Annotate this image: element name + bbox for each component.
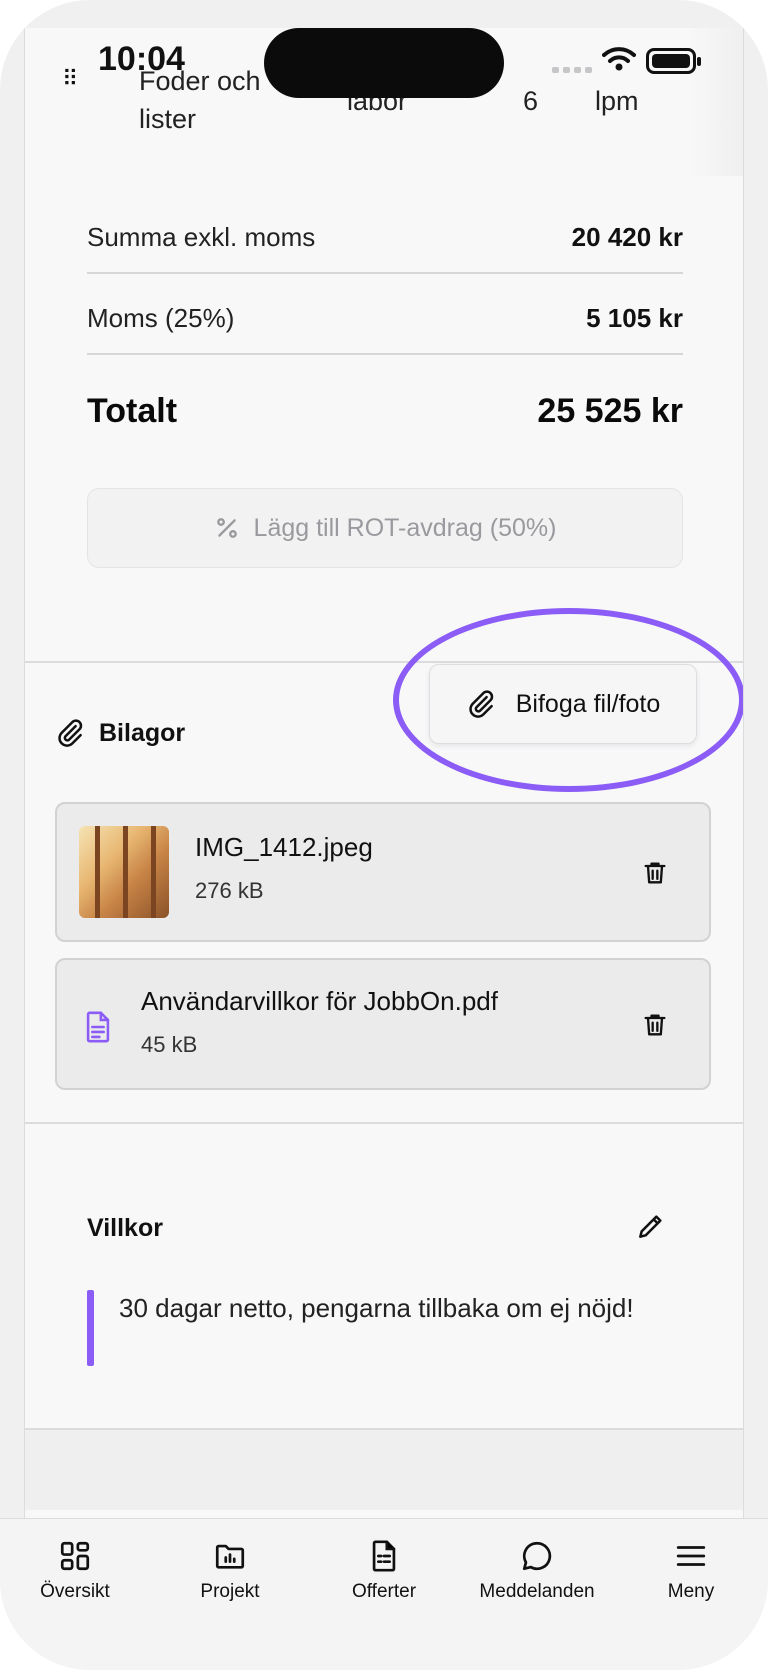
tab-projekt[interactable]: Projekt [155, 1539, 305, 1603]
vat-label: Moms (25%) [87, 303, 235, 333]
terms-text: 30 dagar netto, pengarna tillbaka om ej … [119, 1293, 634, 1323]
subtotal-row: Summa exkl. moms 20 420 kr [87, 222, 683, 253]
divider [87, 272, 683, 274]
attachment-item[interactable]: IMG_1412.jpeg 276 kB [55, 802, 711, 942]
divider [87, 353, 683, 355]
tab-meny[interactable]: Meny [616, 1539, 766, 1603]
highlight-circle [393, 608, 743, 792]
rot-button-label: Lägg till ROT-avdrag (50%) [253, 513, 557, 542]
document-icon [372, 1540, 396, 1572]
chat-bubble-icon [522, 1541, 552, 1571]
vat-row: Moms (25%) 5 105 kr [87, 303, 683, 334]
tab-meddelanden[interactable]: Meddelanden [462, 1539, 612, 1603]
status-bar: ⠿ 10:04 [24, 28, 744, 98]
page-footer-area [25, 1430, 743, 1510]
total-label: Totalt [87, 392, 178, 430]
terms-title: Villkor [87, 1214, 163, 1242]
scroll-content[interactable]: Foder och lister labor 6 lpm Summa exkl.… [24, 28, 744, 1518]
file-size: 45 kB [141, 1032, 198, 1057]
grid-icon [60, 1541, 90, 1571]
attachments-header: Bilagor [55, 718, 185, 748]
paperclip-icon [58, 719, 83, 747]
total-row: Totalt 25 525 kr [87, 392, 683, 431]
attachments-title: Bilagor [99, 718, 186, 747]
trash-icon[interactable] [641, 858, 669, 888]
status-time: 10:04 [98, 40, 185, 78]
folder-chart-icon [215, 1544, 245, 1569]
image-thumbnail [79, 826, 169, 918]
terms-accent-bar [87, 1290, 94, 1366]
trash-icon[interactable] [641, 1010, 669, 1040]
add-rot-deduction-button[interactable]: Lägg till ROT-avdrag (50%) [87, 488, 683, 568]
pencil-edit-icon[interactable] [635, 1210, 667, 1242]
file-name: IMG_1412.jpeg [195, 832, 373, 862]
drag-handle-icon: ⠿ [62, 66, 79, 91]
tab-label: Översikt [40, 1581, 110, 1602]
total-value: 25 525 kr [537, 392, 683, 430]
percent-icon [216, 518, 237, 538]
file-size: 276 kB [195, 878, 264, 903]
file-name: Användarvillkor för JobbOn.pdf [141, 986, 498, 1016]
section-divider [25, 1122, 743, 1124]
subtotal-value: 20 420 kr [571, 222, 683, 252]
tab-label: Offerter [351, 1581, 417, 1602]
attachment-item[interactable]: Användarvillkor för JobbOn.pdf 45 kB [55, 958, 711, 1090]
tab-label: Meddelanden [479, 1581, 595, 1602]
dynamic-island [264, 28, 504, 98]
battery-icon [646, 48, 701, 74]
tab-label: Projekt [200, 1581, 260, 1602]
vat-value: 5 105 kr [586, 303, 683, 333]
document-file-icon [86, 1011, 110, 1043]
signal-icon [552, 67, 592, 73]
tab-label: Meny [667, 1581, 715, 1602]
wifi-icon [602, 47, 636, 71]
subtotal-label: Summa exkl. moms [87, 222, 316, 252]
bottom-tab-bar: Översikt Projekt Offerter Meddelanden Me… [0, 1518, 768, 1670]
tab-oversikt[interactable]: Översikt [0, 1539, 150, 1603]
hamburger-menu-icon [676, 1546, 706, 1566]
tab-offerter[interactable]: Offerter [309, 1539, 459, 1603]
phone-frame: Foder och lister labor 6 lpm Summa exkl.… [0, 0, 768, 1670]
